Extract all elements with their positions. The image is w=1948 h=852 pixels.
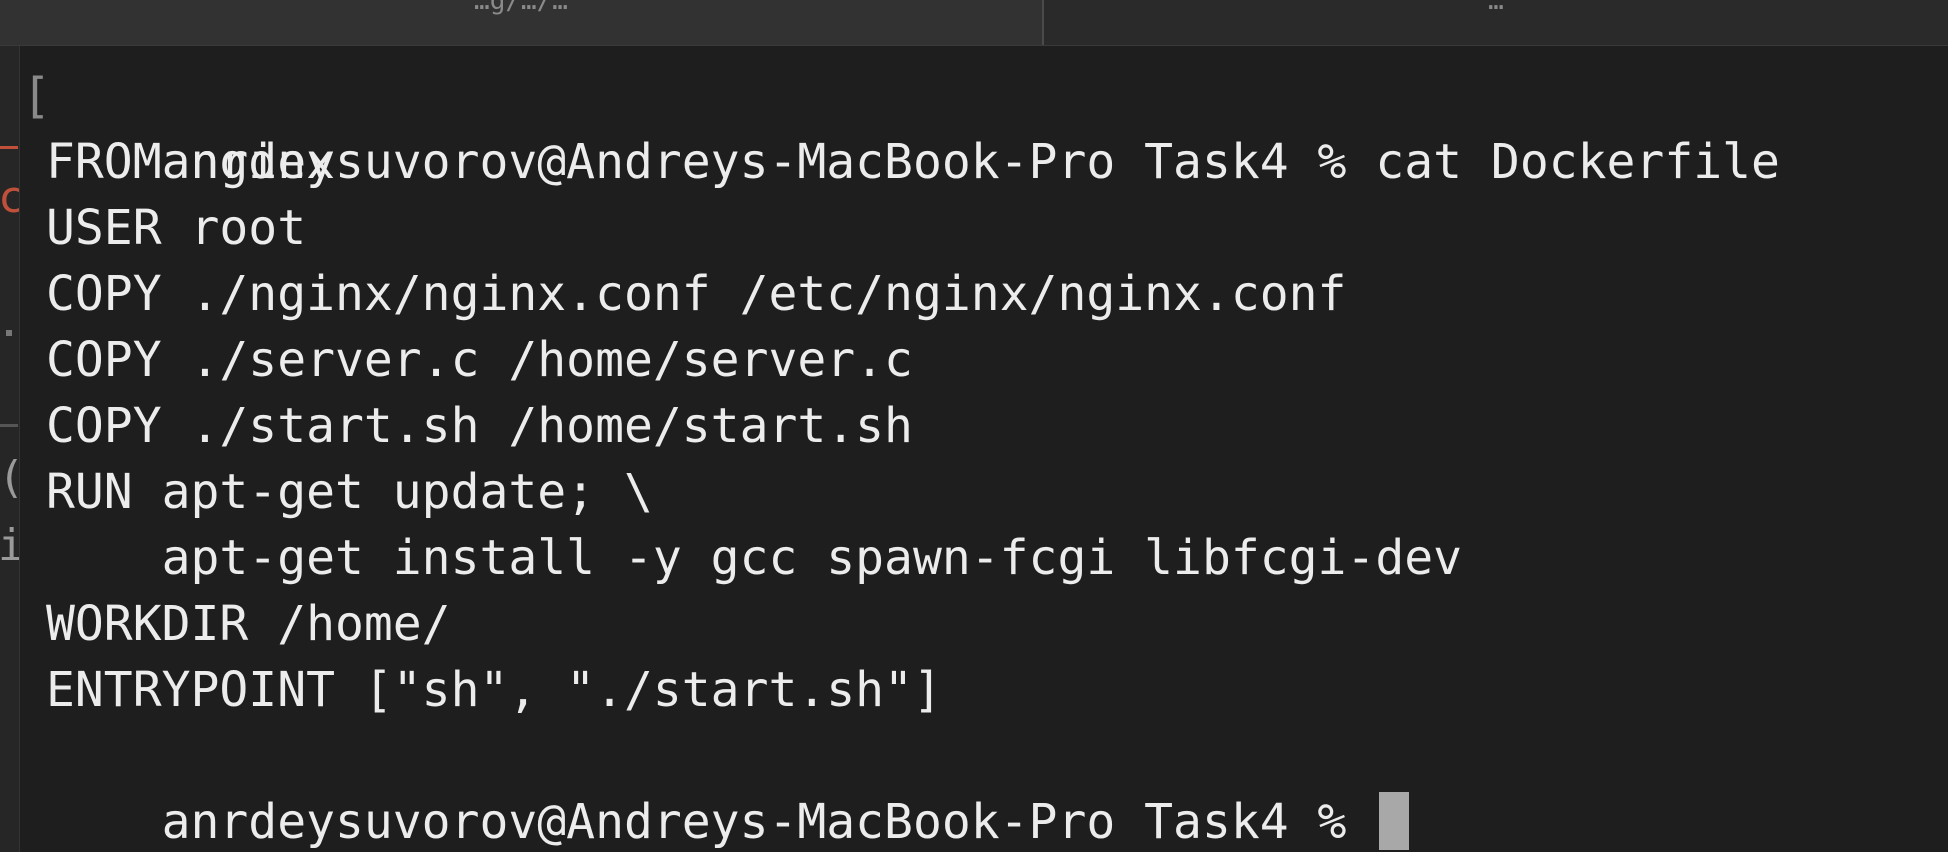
terminal-line-prompt: anrdeysuvorov@Andreys-MacBook-Pro Task4 … xyxy=(20,723,1948,850)
tab-label: …g/…/… xyxy=(474,0,568,16)
background-text-fragment: c xyxy=(0,176,19,220)
terminal-line: USER root xyxy=(46,200,307,256)
terminal-line: RUN apt-get update; \ xyxy=(46,464,653,520)
prompt: anrdeysuvorov@Andreys-MacBook-Pro Task4 … xyxy=(161,794,1376,850)
terminal-line: apt-get install -y gcc spawn-fcgi libfcg… xyxy=(46,530,1463,586)
divider-mark xyxy=(0,424,18,427)
background-text-fragment: i xyxy=(0,524,19,568)
tab-previous[interactable]: …g/…/… xyxy=(0,0,1044,45)
terminal-line-command: [anrdeysuvorov@Andreys-MacBook-Pro Task4… xyxy=(20,63,1948,190)
background-text-fragment: ( xyxy=(0,456,19,500)
terminal-output[interactable]: [ anrdeysuvorov@Andreys-MacBook-Pro Task4… xyxy=(20,46,1948,852)
background-window-strip: c ( i xyxy=(0,46,20,852)
terminal-line: COPY ./server.c /home/server.c xyxy=(46,332,913,388)
window-tab-bar: …g/…/… … xyxy=(0,0,1948,46)
tab-current[interactable]: … xyxy=(1044,0,1948,45)
terminal-line: WORKDIR /home/ xyxy=(46,596,451,652)
divider-mark xyxy=(6,330,12,336)
line-marker: [ xyxy=(22,68,51,124)
terminal-line: FROM nginx xyxy=(46,134,335,190)
text-cursor xyxy=(1379,792,1410,850)
terminal-line: ENTRYPOINT ["sh", "./start.sh"] xyxy=(46,662,942,718)
tab-label: … xyxy=(1488,0,1504,16)
accent-mark xyxy=(0,146,18,149)
terminal-line: COPY ./nginx/nginx.conf /etc/nginx/nginx… xyxy=(46,266,1347,322)
terminal-line: COPY ./start.sh /home/start.sh xyxy=(46,398,913,454)
